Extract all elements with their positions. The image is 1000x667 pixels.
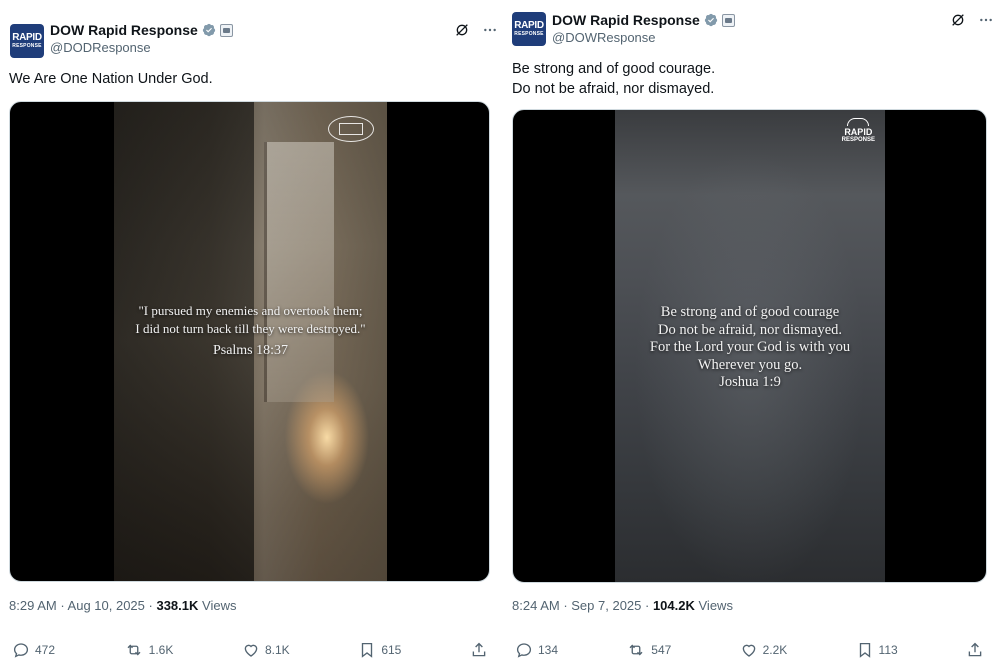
views-label: Views — [698, 598, 733, 613]
pentagon-logo-icon — [328, 116, 374, 142]
reply-button[interactable]: 134 — [515, 641, 558, 659]
share-button[interactable] — [966, 641, 984, 659]
like-icon — [244, 644, 258, 657]
media-image-soldiers: "I pursued my enemies and overtook them;… — [114, 102, 387, 581]
display-name[interactable]: DOW Rapid Response — [552, 12, 700, 28]
repost-count: 1.6K — [148, 643, 174, 657]
like-count: 8.1K — [265, 643, 290, 657]
action-bar: 134 547 2.2K 113 — [515, 641, 984, 659]
avatar[interactable]: RAPID RESPONSE — [10, 24, 44, 58]
media-quote-ref: Psalms 18:37 — [212, 343, 289, 358]
avatar[interactable]: RAPID RESPONSE — [512, 12, 546, 46]
bookmark-count: 615 — [381, 643, 402, 657]
tweet-text-line: Be strong and of good courage. — [512, 61, 716, 77]
media-video[interactable]: "I pursued my enemies and overtook them;… — [9, 101, 490, 582]
repost-button[interactable]: 547 — [626, 641, 671, 659]
reply-icon — [13, 643, 29, 658]
reply-count: 472 — [35, 643, 56, 657]
like-icon — [742, 644, 755, 657]
share-button[interactable] — [470, 641, 488, 659]
avatar-text-bottom: RESPONSE — [514, 31, 544, 37]
more-icon[interactable] — [482, 22, 498, 38]
like-button[interactable]: 8.1K — [242, 641, 290, 659]
like-button[interactable]: 2.2K — [740, 641, 788, 659]
media-quote: "I pursued my enemies and overtook them;… — [114, 302, 387, 360]
eagle-icon — [847, 118, 870, 126]
bookmark-button[interactable]: 113 — [856, 641, 898, 659]
tweet-date[interactable]: Aug 10, 2025 — [68, 598, 145, 613]
media-image-ships: RAPID RESPONSE Be strong and of good cou… — [615, 110, 885, 582]
more-icon[interactable] — [978, 12, 994, 28]
repost-icon — [629, 644, 643, 656]
tweet-text-line: We Are One Nation Under God. — [9, 71, 213, 87]
avatar-text-top: RAPID — [514, 20, 544, 31]
tweet-meta: 8:29 AM · Aug 10, 2025 · 338.1K Views — [9, 598, 237, 613]
media-quote: Be strong and of good courage Do not be … — [615, 304, 885, 392]
tweet-text-line: Do not be afraid, nor dismayed. — [512, 81, 715, 97]
like-count: 2.2K — [762, 643, 788, 657]
tweet-meta: 8:24 AM · Sep 7, 2025 · 104.2K Views — [512, 598, 733, 613]
org-badge-icon — [219, 23, 233, 37]
reply-icon — [516, 643, 532, 658]
org-badge-icon — [721, 13, 735, 27]
share-icon — [968, 642, 982, 657]
tweet-text: Be strong and of good courage. Do not be… — [512, 59, 715, 99]
media-quote-line: Do not be afraid, nor dismayed. — [657, 321, 843, 338]
bookmark-icon — [859, 642, 870, 658]
handle[interactable]: @DOWResponse — [552, 30, 656, 45]
rapid-response-logo: RAPID RESPONSE — [842, 118, 875, 144]
media-quote-line: Be strong and of good courage — [660, 304, 840, 320]
tweet-time[interactable]: 8:29 AM — [9, 598, 57, 613]
handle[interactable]: @DODResponse — [50, 40, 151, 55]
action-bar: 472 1.6K 8.1K 615 — [12, 641, 488, 659]
share-icon — [472, 642, 486, 657]
reply-button[interactable]: 472 — [12, 641, 55, 659]
media-quote-line: I did not turn back till they were destr… — [135, 321, 366, 336]
bookmark-button[interactable]: 615 — [358, 641, 401, 659]
avatar-text-bottom: RESPONSE — [12, 43, 42, 49]
repost-count: 547 — [651, 643, 672, 657]
bookmark-icon — [362, 642, 373, 658]
verified-icon — [704, 13, 717, 27]
logo-text-bottom: RESPONSE — [841, 137, 875, 143]
logo-text-top: RAPID — [844, 127, 873, 137]
views-count: 338.1K — [156, 598, 199, 613]
views-label: Views — [202, 598, 237, 613]
media-quote-line: Wherever you go. — [697, 356, 803, 373]
reply-count: 134 — [538, 643, 559, 657]
repost-icon — [127, 644, 141, 656]
tweet-left: RAPID RESPONSE DOW Rapid Response @DODRe… — [0, 0, 500, 667]
bookmark-count: 113 — [878, 643, 898, 657]
grok-icon[interactable] — [454, 22, 470, 38]
media-quote-line: For the Lord your God is with you — [649, 339, 851, 355]
repost-button[interactable]: 1.6K — [124, 641, 174, 659]
avatar-text-top: RAPID — [12, 32, 42, 43]
media-quote-line: "I pursued my enemies and overtook them; — [138, 303, 363, 318]
doorway — [264, 142, 334, 402]
tweet-date[interactable]: Sep 7, 2025 — [571, 598, 641, 613]
tweet-text: We Are One Nation Under God. — [9, 69, 213, 89]
tweet-time[interactable]: 8:24 AM — [512, 598, 560, 613]
media-video[interactable]: RAPID RESPONSE Be strong and of good cou… — [512, 109, 987, 583]
tweet-right: RAPID RESPONSE DOW Rapid Response @DOWRe… — [503, 0, 1000, 667]
grok-icon[interactable] — [950, 12, 966, 28]
views-count: 104.2K — [652, 598, 695, 613]
media-quote-ref: Joshua 1:9 — [719, 374, 781, 390]
verified-icon — [202, 23, 215, 37]
display-name[interactable]: DOW Rapid Response — [50, 22, 198, 38]
